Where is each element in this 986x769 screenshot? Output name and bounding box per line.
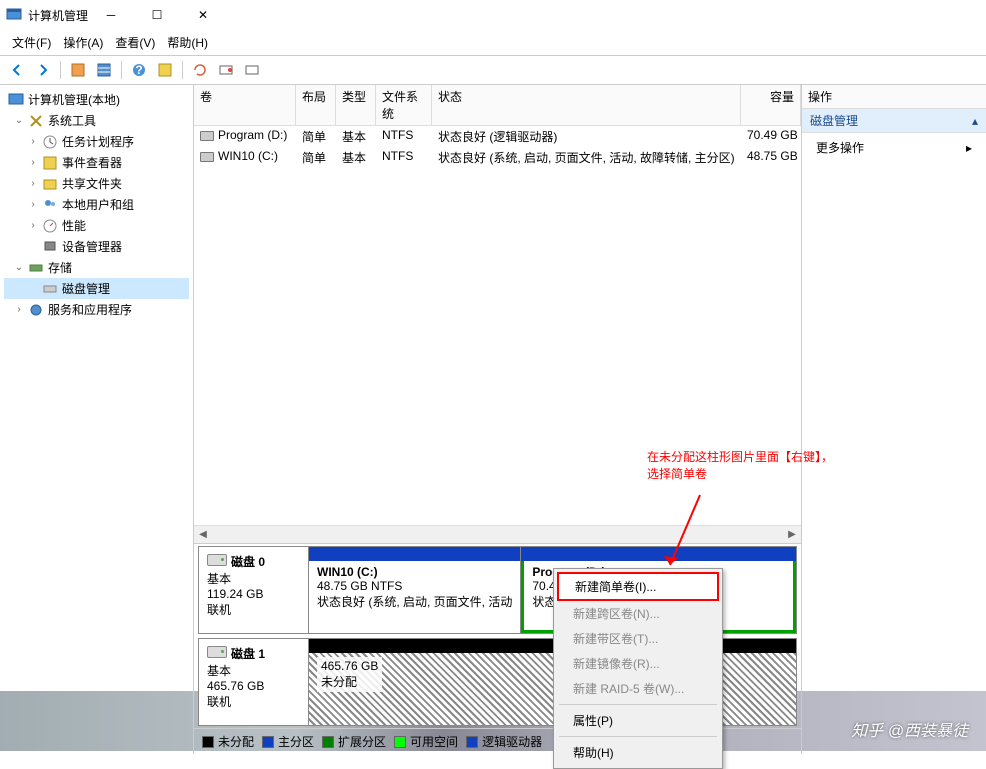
action-icon[interactable] <box>215 59 237 81</box>
volume-icon <box>200 152 214 162</box>
context-menu: 新建简单卷(I)... 新建跨区卷(N)... 新建带区卷(T)... 新建镜像… <box>553 568 723 769</box>
disk-icon <box>42 281 58 297</box>
legend-swatch-free <box>394 736 406 748</box>
tree-services[interactable]: ›服务和应用程序 <box>4 299 189 320</box>
scroll-left-icon[interactable]: ◀ <box>194 527 212 543</box>
col-capacity[interactable]: 容量 <box>741 85 801 125</box>
app-icon <box>6 7 22 23</box>
disk-icon <box>207 554 227 566</box>
device-icon <box>42 239 58 255</box>
col-status[interactable]: 状态 <box>432 85 741 125</box>
tools-icon <box>28 113 44 129</box>
col-type[interactable]: 类型 <box>336 85 376 125</box>
tree-storage[interactable]: ⌄存储 <box>4 257 189 278</box>
users-icon <box>42 197 58 213</box>
menu-new-mirrored-volume[interactable]: 新建镜像卷(R)... <box>557 651 719 676</box>
legend-swatch-unalloc <box>202 736 214 748</box>
chevron-right-icon: › <box>28 178 38 189</box>
menu-help[interactable]: 帮助(H) <box>161 32 214 53</box>
collapse-icon: ▴ <box>972 114 978 128</box>
menu-file[interactable]: 文件(F) <box>6 32 57 53</box>
actions-section[interactable]: 磁盘管理▴ <box>802 109 986 133</box>
volume-row[interactable]: Program (D:) 简单 基本 NTFS 状态良好 (逻辑驱动器) 70.… <box>194 126 801 147</box>
services-icon <box>28 302 44 318</box>
chevron-right-icon: › <box>28 220 38 231</box>
tree-event-viewer[interactable]: ›事件查看器 <box>4 152 189 173</box>
svg-text:?: ? <box>135 63 142 77</box>
legend-swatch-logical <box>466 736 478 748</box>
scroll-right-icon[interactable]: ▶ <box>783 527 801 543</box>
menu-properties[interactable]: 属性(P) <box>557 708 719 733</box>
disk-icon <box>207 646 227 658</box>
list-icon[interactable] <box>93 59 115 81</box>
refresh-icon[interactable] <box>189 59 211 81</box>
more-actions[interactable]: 更多操作▸ <box>802 133 986 162</box>
chevron-down-icon: ⌄ <box>14 115 24 126</box>
chevron-right-icon: › <box>14 304 24 315</box>
settings-icon[interactable] <box>241 59 263 81</box>
detail-icon[interactable] <box>154 59 176 81</box>
volume-block-c[interactable]: WIN10 (C:) 48.75 GB NTFS 状态良好 (系统, 启动, 页… <box>309 547 521 633</box>
legend-swatch-ext <box>322 736 334 748</box>
clock-icon <box>42 134 58 150</box>
menu-separator <box>559 736 717 737</box>
event-icon <box>42 155 58 171</box>
chevron-right-icon: ▸ <box>966 141 972 155</box>
tree-device-manager[interactable]: 设备管理器 <box>4 236 189 257</box>
annotation-text: 在未分配这柱形图片里面【右键】， 选择简单卷 <box>647 448 833 482</box>
title-bar: 计算机管理 ─ ☐ ✕ <box>0 0 986 30</box>
chevron-right-icon: › <box>28 136 38 147</box>
volume-icon <box>200 131 214 141</box>
watermark: 知乎 @西装暴徒 <box>851 717 968 741</box>
tree-local-users[interactable]: ›本地用户和组 <box>4 194 189 215</box>
disk-label-0[interactable]: 磁盘 0 基本 119.24 GB 联机 <box>199 547 309 633</box>
actions-header: 操作 <box>802 85 986 109</box>
forward-button[interactable] <box>32 59 54 81</box>
menu-separator <box>559 704 717 705</box>
nav-tree: 计算机管理(本地) ⌄系统工具 ›任务计划程序 ›事件查看器 ›共享文件夹 ›本… <box>0 85 194 754</box>
annotation-arrow-icon <box>630 490 710 580</box>
col-layout[interactable]: 布局 <box>296 85 336 125</box>
menu-help[interactable]: 帮助(H) <box>557 740 719 765</box>
chevron-right-icon: › <box>28 157 38 168</box>
volume-row[interactable]: WIN10 (C:) 简单 基本 NTFS 状态良好 (系统, 启动, 页面文件… <box>194 147 801 168</box>
tree-shared-folders[interactable]: ›共享文件夹 <box>4 173 189 194</box>
close-button[interactable]: ✕ <box>180 0 226 30</box>
maximize-button[interactable]: ☐ <box>134 0 180 30</box>
view-icon[interactable] <box>67 59 89 81</box>
volume-table-header: 卷 布局 类型 文件系统 状态 容量 <box>194 85 801 126</box>
help-icon[interactable]: ? <box>128 59 150 81</box>
back-button[interactable] <box>6 59 28 81</box>
chevron-right-icon: › <box>28 199 38 210</box>
tree-task-scheduler[interactable]: ›任务计划程序 <box>4 131 189 152</box>
menu-new-spanned-volume[interactable]: 新建跨区卷(N)... <box>557 601 719 626</box>
folder-icon <box>42 176 58 192</box>
minimize-button[interactable]: ─ <box>88 0 134 30</box>
tree-system-tools[interactable]: ⌄系统工具 <box>4 110 189 131</box>
tree-root[interactable]: 计算机管理(本地) <box>4 89 189 110</box>
window-title: 计算机管理 <box>28 7 88 24</box>
legend-swatch-primary <box>262 736 274 748</box>
perf-icon <box>42 218 58 234</box>
chevron-down-icon: ⌄ <box>14 262 24 273</box>
tree-disk-management[interactable]: 磁盘管理 <box>4 278 189 299</box>
menu-view[interactable]: 查看(V) <box>109 32 161 53</box>
tree-performance[interactable]: ›性能 <box>4 215 189 236</box>
menu-new-striped-volume[interactable]: 新建带区卷(T)... <box>557 626 719 651</box>
col-volume[interactable]: 卷 <box>194 85 296 125</box>
toolbar: ? <box>0 56 986 85</box>
computer-icon <box>8 92 24 108</box>
col-filesystem[interactable]: 文件系统 <box>376 85 432 125</box>
actions-panel: 操作 磁盘管理▴ 更多操作▸ <box>801 85 986 754</box>
menu-new-raid5-volume[interactable]: 新建 RAID-5 卷(W)... <box>557 676 719 701</box>
menu-bar: 文件(F) 操作(A) 查看(V) 帮助(H) <box>0 30 986 56</box>
menu-action[interactable]: 操作(A) <box>57 32 109 53</box>
disk-label-1[interactable]: 磁盘 1 基本 465.76 GB 联机 <box>199 639 309 725</box>
storage-icon <box>28 260 44 276</box>
